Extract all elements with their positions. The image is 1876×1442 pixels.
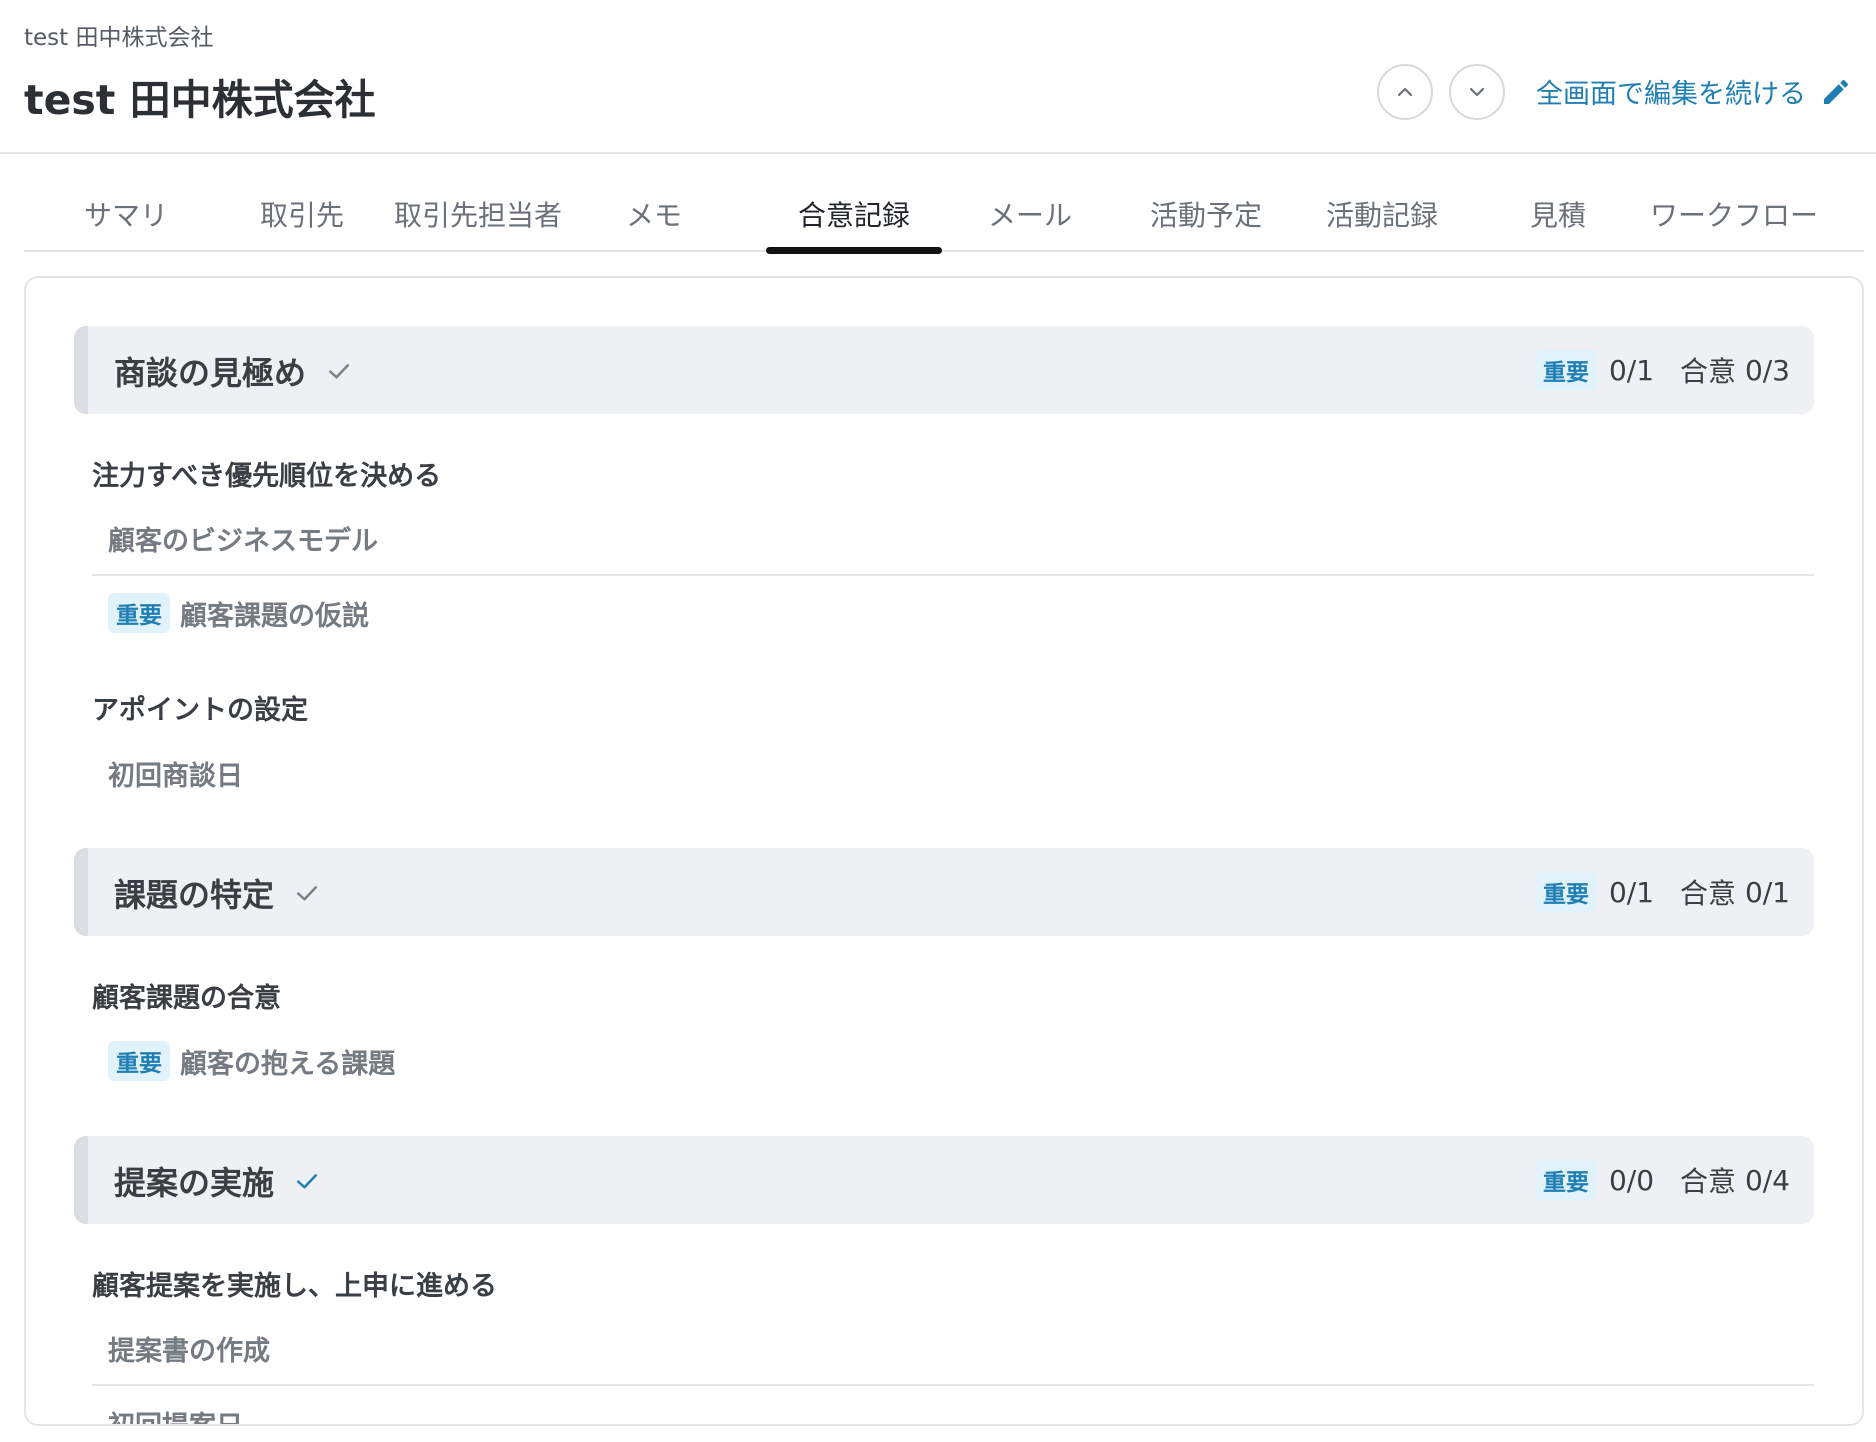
tab-contact[interactable]: 取引先担当者 [390,180,566,252]
important-badge: 重要 [1534,872,1597,912]
check-icon [329,364,350,379]
agree-count: 0/4 [1744,1163,1790,1197]
section-title: 課題の特定 [114,870,322,916]
tab-account[interactable]: 取引先 [214,180,390,252]
tab-bar: サマリ 取引先 取引先担当者 メモ 合意記録 メール 活動予定 活動記録 見積 … [24,180,1864,254]
list-item[interactable]: 初回提案日 [92,1386,1814,1426]
tab-memo[interactable]: メモ [566,180,742,252]
chevron-down-icon [1469,87,1485,97]
chevron-up-icon [1397,87,1413,97]
item-label: 初回商談日 [108,760,243,792]
tab-activity-record[interactable]: 活動記録 [1294,180,1470,252]
tab-quote[interactable]: 見積 [1470,180,1646,252]
agreement-card: 商談の見極め 重要 0/1 合意 0/3 注力すべき優先順位を決める 顧客のビジ… [24,276,1864,1426]
previous-record-button[interactable] [1377,64,1433,120]
important-badge: 重要 [1534,350,1597,390]
important-count: 0/0 [1608,1163,1655,1197]
group-title: アポイントの設定 [92,695,308,726]
tab-agreement-record[interactable]: 合意記録 [766,180,942,254]
check-icon [297,886,318,901]
fullscreen-edit-link[interactable]: 全画面で編集を続ける [1536,72,1852,111]
tab-workflow[interactable]: ワークフロー [1646,180,1822,252]
header-divider [0,152,1876,154]
list-item[interactable]: 重要 顧客課題の仮説 [92,576,1814,650]
item-label: 顧客課題の仮説 [180,600,369,632]
agree-label: 合意 [1680,355,1737,388]
section-stats: 重要 0/1 合意 0/1 [1534,872,1790,912]
section-title-text: 商談の見極め [114,354,307,392]
section-header[interactable]: 商談の見極め 重要 0/1 合意 0/3 [74,326,1814,414]
next-record-button[interactable] [1449,64,1505,120]
tab-mail[interactable]: メール [942,180,1118,252]
important-count: 0/1 [1608,875,1655,909]
section-header[interactable]: 課題の特定 重要 0/1 合意 0/1 [74,848,1814,936]
page-title: test 田中株式会社 [24,76,376,124]
item-label: 提案書の作成 [108,1335,270,1367]
list-item[interactable]: 初回商談日 [92,736,1814,810]
important-badge: 重要 [108,1041,170,1081]
item-label: 顧客のビジネスモデル [108,525,378,557]
section-header[interactable]: 提案の実施 重要 0/0 合意 0/4 [74,1136,1814,1224]
tab-activity-plan[interactable]: 活動予定 [1118,180,1294,252]
section-title-text: 課題の特定 [114,876,275,914]
section-title: 提案の実施 [114,1158,322,1204]
tab-summary[interactable]: サマリ [38,180,214,252]
important-badge: 重要 [108,593,170,633]
pencil-icon [1824,79,1849,104]
group-title: 顧客課題の合意 [92,983,281,1014]
list-item[interactable]: 顧客のビジネスモデル [92,502,1814,576]
section-title-text: 提案の実施 [114,1164,275,1202]
section-title: 商談の見極め [114,348,354,394]
agree-count: 0/3 [1744,353,1790,387]
fullscreen-edit-label: 全画面で編集を続ける [1536,79,1806,110]
section-stats: 重要 0/0 合意 0/4 [1534,1160,1790,1200]
agree-label: 合意 [1680,1165,1737,1198]
list-item[interactable]: 重要 顧客の抱える課題 [92,1024,1814,1098]
item-label: 顧客の抱える課題 [180,1048,396,1080]
check-icon [297,1174,318,1189]
breadcrumb: test 田中株式会社 [24,25,214,51]
agree-count: 0/1 [1744,875,1790,909]
important-count: 0/1 [1608,353,1655,387]
list-item[interactable]: 提案書の作成 [92,1312,1814,1386]
agree-label: 合意 [1680,877,1737,910]
important-badge: 重要 [1534,1160,1597,1200]
group-title: 注力すべき優先順位を決める [92,461,442,492]
group-title: 顧客提案を実施し、上申に進める [92,1271,497,1302]
item-label: 初回提案日 [108,1410,243,1426]
section-stats: 重要 0/1 合意 0/3 [1534,350,1790,390]
